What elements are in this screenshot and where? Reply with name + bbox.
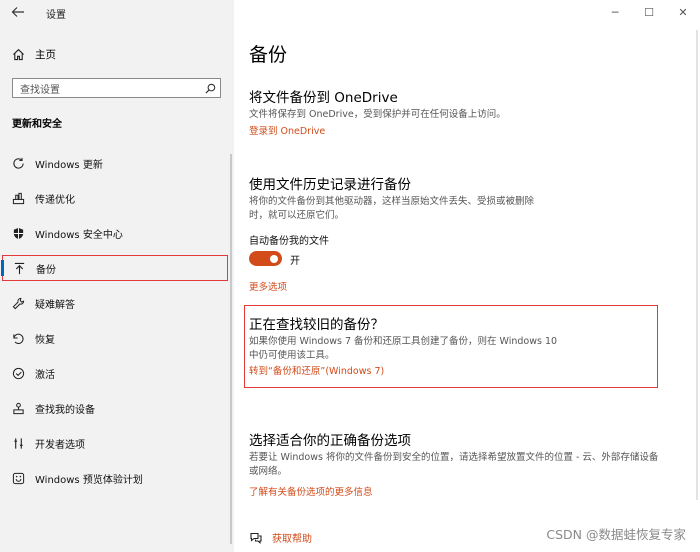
home-link[interactable]: 主页 [12,45,56,63]
older-backup-section-title: 正在查找较旧的备份？ [249,317,384,333]
more-options-link[interactable]: 更多选项 [249,279,287,293]
right-option-description-line1: 若要让 Windows 将你的文件备份到安全的位置，请选择希望放置文件的位置 -… [249,452,659,463]
shield-icon [11,226,25,240]
sidebar-item-troubleshoot[interactable]: 疑难解答 [0,290,234,316]
sidebar-item-label: 查找我的设备 [35,404,95,416]
sidebar-item-find-my-device[interactable]: 查找我的设备 [0,395,234,421]
sidebar-item-label: Windows 更新 [35,159,103,171]
home-label: 主页 [35,48,56,61]
search-input[interactable]: 查找设置 [12,78,221,98]
sidebar-item-insider-program[interactable]: Windows 预览体验计划 [0,465,234,491]
older-backup-description-line1: 如果你使用 Windows 7 备份和还原工具创建了备份，则在 Windows … [249,336,558,347]
find-device-icon [11,401,25,415]
sidebar-item-label: Windows 预览体验计划 [35,474,143,486]
check-circle-icon [11,366,25,380]
right-option-description-line2: 或网络。 [249,466,288,477]
insider-icon [11,471,25,485]
get-help-link[interactable]: 获取帮助 [249,530,312,545]
onedrive-sign-in-link[interactable]: 登录到 OneDrive [249,123,325,137]
sidebar: 设置 主页 查找设置 更新和安全 Windows 更新 传递优化 Windows… [0,0,234,552]
title-bar: 设置 [0,0,234,26]
page-title: 备份 [249,44,288,66]
auto-backup-toggle[interactable] [249,251,282,266]
wrench-icon [11,296,25,310]
file-history-description-line1: 将你的文件备份到其他驱动器，这样当原始文件丢失、受损或被删除 [249,196,535,207]
app-title: 设置 [46,10,66,21]
sidebar-item-backup[interactable]: 备份 [1,255,228,281]
recovery-icon [11,331,25,345]
close-button[interactable]: ✕ [666,6,700,20]
sidebar-item-label: 传递优化 [35,194,75,206]
sidebar-item-windows-update[interactable]: Windows 更新 [0,150,234,176]
backup-arrow-icon [12,261,26,275]
sidebar-scrollbar[interactable] [230,154,232,544]
refresh-icon [11,156,25,170]
sidebar-item-label: 备份 [36,264,56,276]
sidebar-item-label: 疑难解答 [35,299,75,311]
get-help-label: 获取帮助 [272,534,312,545]
sidebar-item-delivery-optimization[interactable]: 传递优化 [0,185,234,211]
sidebar-item-label: 激活 [35,369,55,381]
auto-backup-label: 自动备份我的文件 [249,236,329,247]
help-chat-icon [249,531,263,545]
maximize-button[interactable]: ☐ [632,6,666,20]
sidebar-item-label: 恢复 [35,334,55,346]
developer-icon [11,436,25,450]
window-controls: ─ ☐ ✕ [598,6,700,20]
section-title: 更新和安全 [12,119,62,130]
sidebar-item-label: 开发者选项 [35,439,85,451]
sidebar-item-label: Windows 安全中心 [35,229,123,241]
right-option-section-title: 选择适合你的正确备份选项 [249,433,411,449]
search-placeholder: 查找设置 [20,84,60,96]
minimize-button[interactable]: ─ [598,6,632,20]
older-backup-description-line2: 中仍可使用该工具。 [249,350,335,361]
file-history-description-line2: 时，就可以还原它们。 [249,210,345,221]
sidebar-item-developer-options[interactable]: 开发者选项 [0,430,234,456]
delivery-optimization-icon [11,191,25,205]
sidebar-item-windows-security[interactable]: Windows 安全中心 [0,220,234,246]
back-button[interactable] [10,5,26,21]
onedrive-section-title: 将文件备份到 OneDrive [249,90,398,106]
auto-backup-toggle-state: 开 [290,256,300,267]
onedrive-description: 文件将保存到 OneDrive，受到保护并可在任何设备上访问。 [249,109,506,120]
file-history-section-title: 使用文件历史记录进行备份 [249,177,411,193]
watermark: CSDN @数据蛙恢复专家 [546,527,686,542]
main-scrollbar[interactable] [696,30,698,500]
sidebar-item-activation[interactable]: 激活 [0,360,234,386]
learn-more-link[interactable]: 了解有关备份选项的更多信息 [249,484,373,498]
back-arrow-icon [11,7,24,17]
search-icon[interactable] [200,83,220,94]
sidebar-item-recovery[interactable]: 恢复 [0,325,234,351]
home-icon [13,48,24,60]
backup-restore-win7-link[interactable]: 转到“备份和还原”(Windows 7) [249,363,384,377]
